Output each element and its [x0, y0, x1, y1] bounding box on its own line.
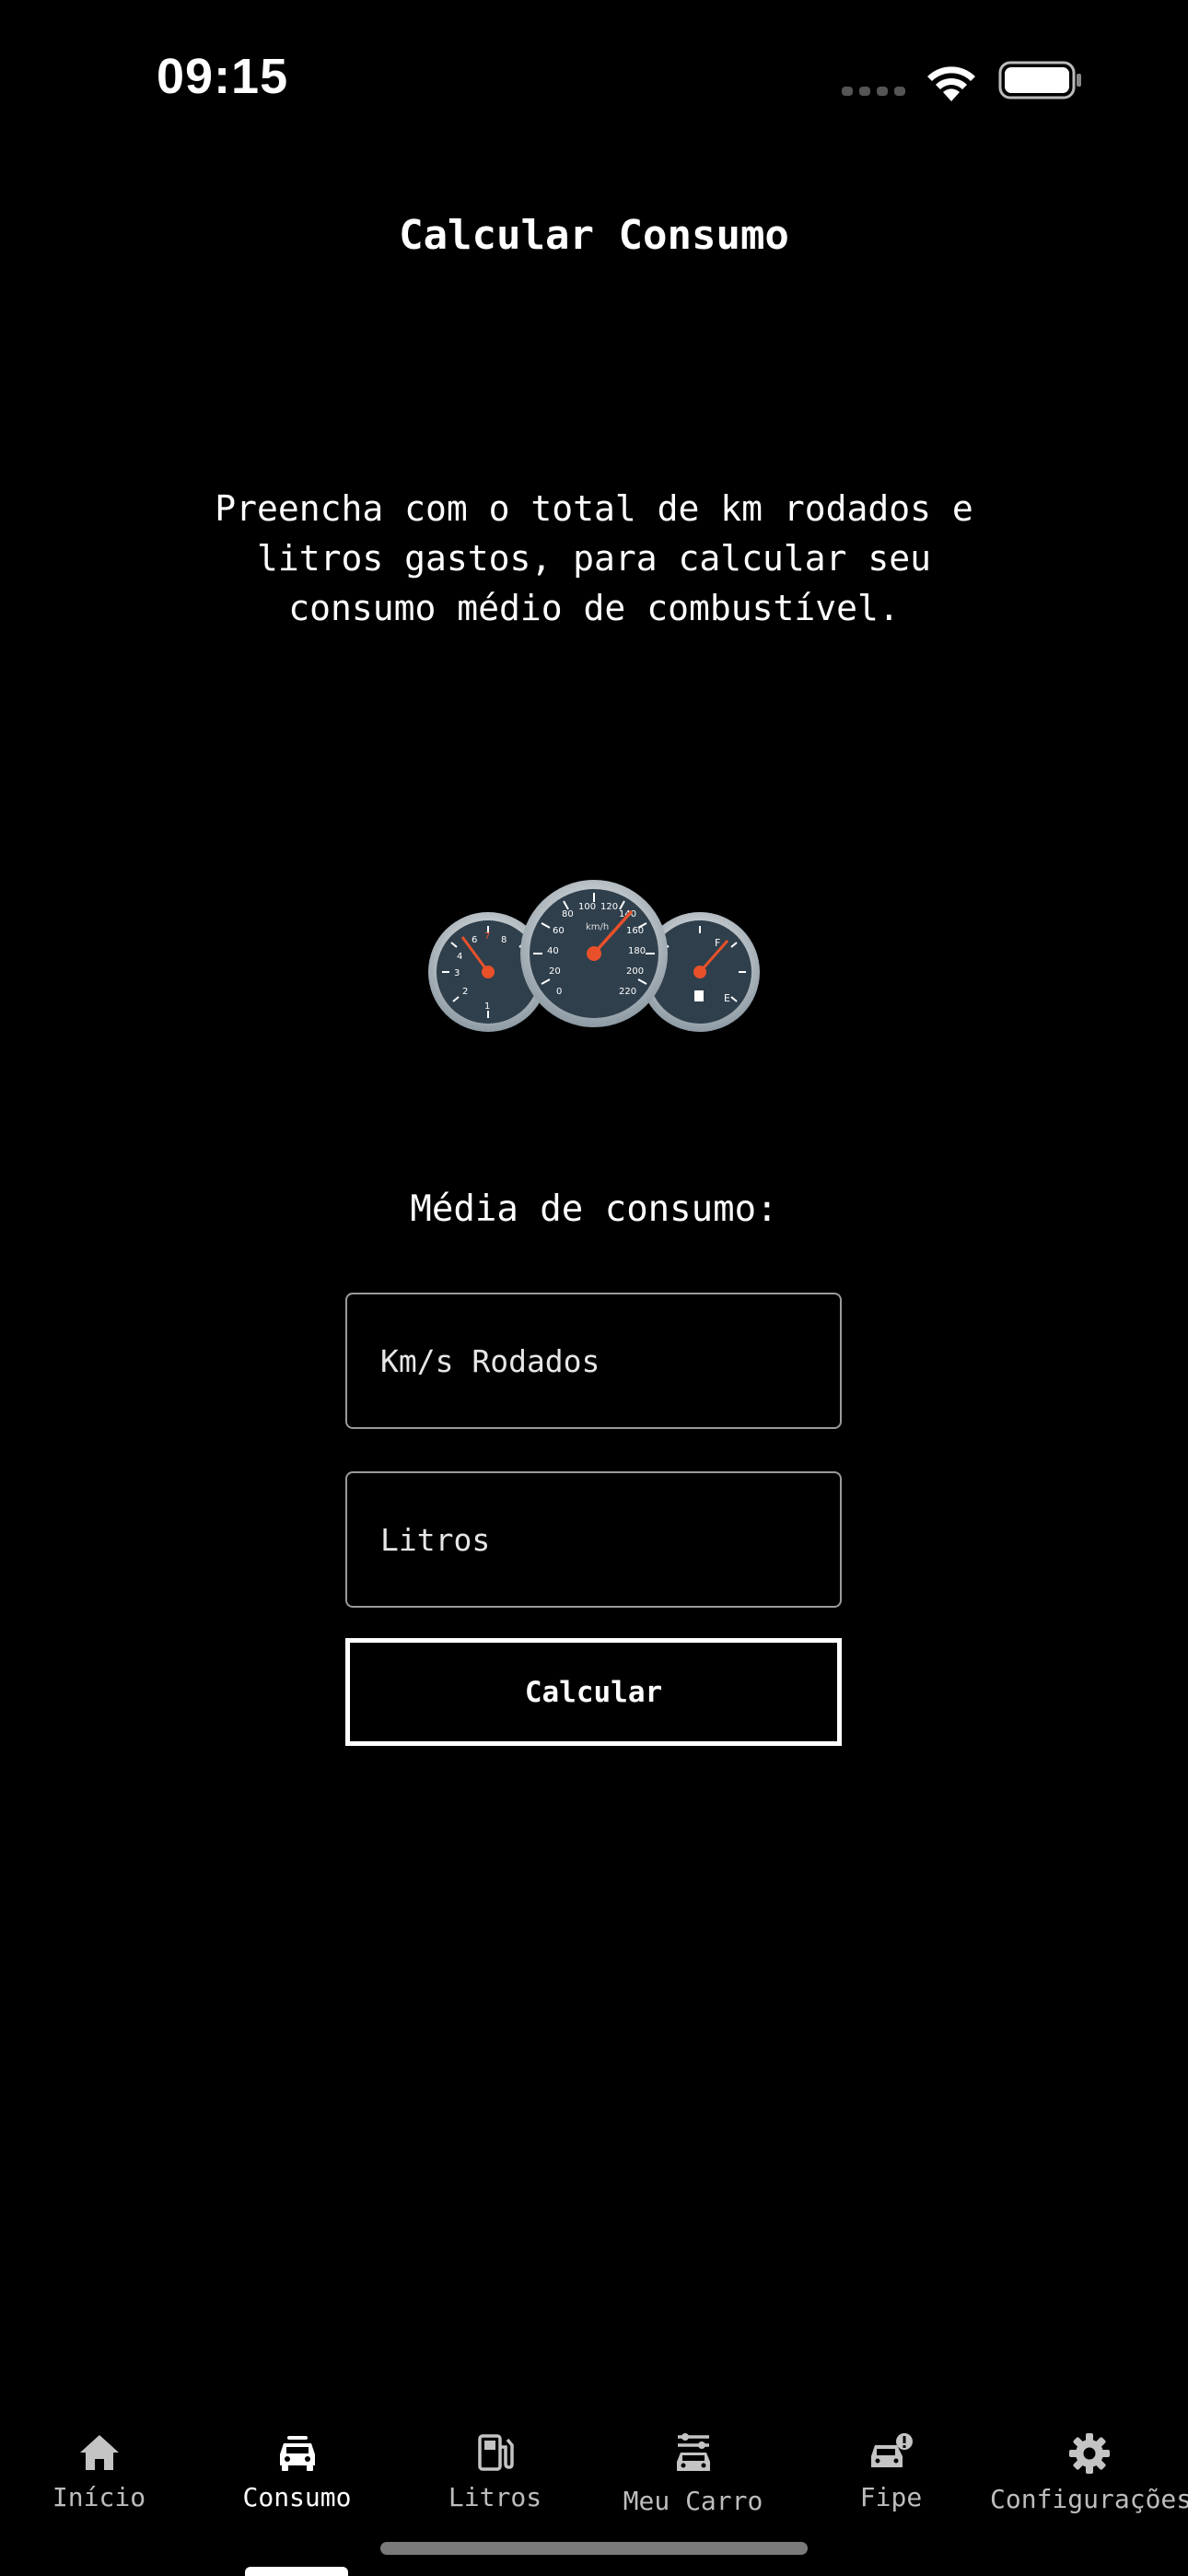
tab-label: Consumo — [242, 2482, 352, 2512]
consumption-average-label: Média de consumo: — [410, 1188, 778, 1230]
car-icon — [279, 2436, 315, 2471]
cellular-signal-icon — [842, 87, 905, 96]
tab-label: Litros — [448, 2482, 542, 2512]
tab-label: Fipe — [859, 2482, 923, 2512]
speedometer-unit: km/h — [586, 922, 609, 932]
page-title: Calcular Consumo — [399, 212, 789, 259]
wifi-icon — [927, 66, 975, 101]
status-time: 09:15 — [157, 49, 289, 104]
car-settings-icon — [676, 2433, 710, 2471]
fuel-pump-icon — [477, 2434, 514, 2471]
speedometer-gauge: km/h 0 20 40 60 80 100 120 140 160 180 2… — [520, 880, 668, 1027]
speed-tick-label: 40 — [547, 946, 559, 956]
speed-tick-label: 100 — [578, 902, 596, 912]
fuel-full-label: F — [715, 937, 720, 949]
tab-label: Início — [52, 2482, 146, 2512]
speed-tick-label: 20 — [549, 966, 561, 977]
tab-litros[interactable]: Litros — [396, 2432, 594, 2543]
tab-configuracoes[interactable]: Configurações — [990, 2432, 1188, 2543]
km-driven-input[interactable] — [345, 1293, 842, 1429]
speed-tick-label: 220 — [619, 987, 636, 997]
tab-inicio[interactable]: Início — [0, 2432, 198, 2543]
tach-tick-label: 7 — [484, 931, 490, 942]
home-icon — [79, 2435, 119, 2470]
speed-tick-label: 200 — [626, 966, 644, 977]
speed-tick-label: 180 — [628, 946, 646, 956]
tab-fipe[interactable]: Fipe — [792, 2432, 990, 2543]
gear-icon — [1068, 2433, 1110, 2474]
battery-icon — [998, 61, 1081, 100]
speed-tick-label: 60 — [553, 926, 565, 936]
speed-tick-label: 0 — [556, 987, 562, 997]
speed-tick-label: 120 — [600, 902, 618, 912]
tab-consumo[interactable]: Consumo — [198, 2432, 396, 2543]
dashboard-gauges-illustration: 6 7 8 3 4 2 1 F E km/h 0 20 40 60 80 100… — [428, 880, 760, 1032]
tach-tick-label: 6 — [472, 935, 477, 945]
tach-tick-label: 4 — [457, 952, 462, 962]
tab-meu-carro[interactable]: Meu Carro — [594, 2432, 792, 2543]
tach-tick-label: 3 — [454, 968, 460, 978]
tach-tick-label: 8 — [501, 935, 507, 945]
active-tab-indicator — [245, 2567, 348, 2576]
tach-tick-label: 2 — [462, 987, 468, 997]
fuel-empty-label: E — [724, 992, 730, 1004]
speed-tick-label: 160 — [626, 926, 644, 936]
speed-tick-label: 80 — [562, 909, 574, 919]
calculate-button[interactable]: Calcular — [345, 1638, 842, 1746]
car-alert-icon — [870, 2433, 913, 2467]
home-indicator — [380, 2542, 808, 2555]
instructions-text: Preencha com o total de km rodados e lit… — [215, 488, 973, 628]
status-bar: 09:15 — [0, 0, 1188, 157]
liters-input[interactable] — [345, 1471, 842, 1608]
tach-tick-label: 1 — [484, 1001, 490, 1012]
tab-label: Meu Carro — [623, 2486, 763, 2516]
tab-label: Configurações — [990, 2484, 1188, 2514]
